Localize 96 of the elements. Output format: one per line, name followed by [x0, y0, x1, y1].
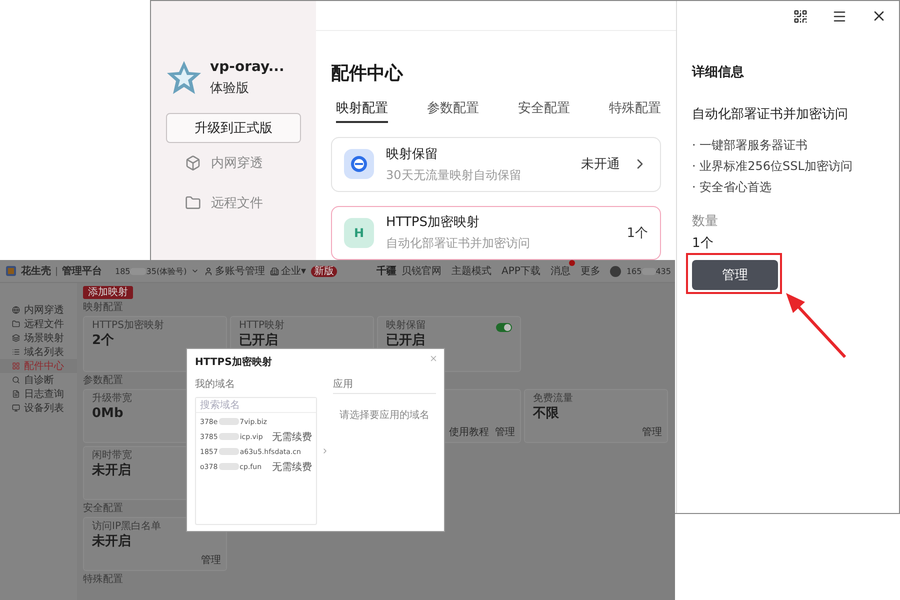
header-link[interactable]: 多账号管理	[204, 264, 265, 278]
brand-name: 花生壳	[21, 264, 51, 278]
card-title: HTTPS加密映射	[92, 320, 164, 332]
card-title: 闲时带宽	[92, 450, 132, 462]
add-mapping-button[interactable]: 添加映射	[83, 286, 133, 299]
search-icon	[12, 376, 20, 384]
tab[interactable]: 参数配置	[427, 99, 479, 123]
feature-description: 自动化部署证书并加密访问	[386, 235, 531, 252]
sidebar-item[interactable]: 自诊断	[0, 373, 77, 387]
account-select[interactable]: 185 35(体验号)	[115, 266, 199, 276]
feature-bullet: · 安全省心首选	[692, 179, 773, 196]
card-value: 未开启	[92, 463, 131, 478]
menu-icon[interactable]	[832, 8, 847, 24]
sidebar-item[interactable]: 配件中心	[0, 359, 77, 373]
account-name: vp-oray...	[210, 59, 284, 75]
product-name: 管理平台	[62, 264, 102, 278]
section-title: 参数配置	[83, 374, 123, 387]
shield-icon: H	[344, 218, 374, 248]
card-title: 映射保留	[386, 320, 426, 332]
list-icon	[12, 348, 20, 356]
tab[interactable]: 安全配置	[518, 99, 570, 123]
sidebar-item[interactable]: 日志查询	[0, 387, 77, 401]
card-value: 未开启	[92, 534, 131, 549]
card-link[interactable]: 使用教程	[449, 425, 489, 439]
manage-button[interactable]: 管理	[692, 260, 778, 290]
chevron-icon	[191, 267, 199, 275]
page-title: 配件中心	[331, 62, 404, 85]
card-link[interactable]: 管理	[495, 425, 515, 439]
qr-code-icon[interactable]	[793, 8, 808, 24]
details-title: 自动化部署证书并加密访问	[692, 106, 849, 123]
folder-icon	[12, 320, 20, 328]
toggle-switch[interactable]	[496, 323, 512, 332]
header-link[interactable]: 企业▾	[270, 264, 306, 278]
card-title: 访问IP黑白名单	[92, 521, 161, 533]
nav-item[interactable]: 内网穿透	[151, 143, 316, 183]
upgrade-button[interactable]: 升级到正式版	[166, 113, 301, 143]
avatar	[610, 266, 622, 276]
card-title: 免费流量	[533, 393, 573, 405]
feature-status: 1个	[626, 224, 648, 242]
feature-bullet: · 一键部署服务器证书	[692, 137, 809, 154]
quantity-value: 1个	[692, 235, 714, 252]
card-value: 0Mb	[92, 406, 124, 421]
card-link[interactable]: 管理	[642, 425, 662, 439]
card-link[interactable]: 管理	[201, 553, 221, 567]
empty-message: 请选择要应用的域名	[338, 408, 430, 422]
card-value: 已开启	[386, 333, 425, 348]
document-icon	[12, 390, 20, 398]
card-title: HTTP映射	[239, 320, 285, 332]
feature-bullet: · 业界标准256位SSL加密访问	[692, 158, 854, 175]
feature-name: 映射保留	[386, 146, 439, 163]
column-label: 应用	[333, 377, 436, 394]
column-label: 我的域名	[195, 378, 236, 392]
sidebar-item[interactable]: 场景映射	[0, 331, 77, 345]
top-nav-link[interactable]: 更多	[580, 260, 606, 278]
sidebar-item[interactable]: 远程文件	[0, 317, 77, 331]
sidebar-item[interactable]: 内网穿透	[0, 303, 77, 317]
feature-card[interactable]: H HTTPS加密映射 自动化部署证书并加密访问 1个	[331, 206, 661, 260]
partner-logo: 千疆	[376, 264, 397, 278]
top-nav-link[interactable]: APP下载	[502, 260, 546, 278]
user-icon	[204, 266, 213, 276]
feature-status: 未开通	[581, 156, 620, 174]
sidebar-item[interactable]: 设备列表	[0, 401, 77, 415]
top-nav-link[interactable]: 贝锐官网	[402, 260, 447, 278]
section-title: 特殊配置	[83, 573, 123, 586]
tab[interactable]: 特殊配置	[609, 99, 661, 123]
feature-description: 30天无流量映射自动保留	[386, 166, 522, 184]
card-value: 已开启	[239, 333, 278, 348]
sidebar-item[interactable]: 域名列表	[0, 345, 77, 359]
user-id: 165 435	[626, 266, 671, 276]
logo-icon	[6, 266, 16, 276]
card-title: 升级带宽	[92, 393, 132, 405]
quantity-label: 数量	[692, 213, 719, 230]
details-heading: 详细信息	[692, 64, 745, 81]
folder-icon	[185, 195, 201, 211]
edition-label: 体验版	[210, 80, 250, 97]
chevron-icon[interactable]	[321, 447, 329, 455]
card-value: 不限	[533, 406, 559, 421]
layers-icon	[12, 334, 20, 342]
globe-icon	[12, 306, 20, 314]
section-title: 安全配置	[83, 502, 123, 515]
new-badge: 新版	[311, 266, 338, 276]
cube-icon	[185, 155, 201, 171]
building-icon	[270, 266, 279, 276]
feature-card[interactable]: 映射保留 30天无流量映射自动保留 未开通	[331, 137, 661, 192]
star-icon	[166, 60, 202, 96]
card-value: 2个	[92, 333, 114, 348]
nav-item[interactable]: 远程文件	[151, 183, 316, 223]
tab[interactable]: 映射配置	[336, 99, 388, 123]
monitor-icon	[12, 404, 20, 412]
top-nav-link[interactable]: 消息	[550, 260, 576, 278]
search-field[interactable]: 搜索域名	[196, 398, 316, 413]
top-nav-link[interactable]: 主题模式	[452, 260, 497, 278]
section-title: 映射配置	[83, 301, 123, 314]
grid-icon	[12, 362, 20, 370]
feature-name: HTTPS加密映射	[386, 214, 481, 232]
dialog-title: HTTPS加密映射	[195, 356, 272, 369]
